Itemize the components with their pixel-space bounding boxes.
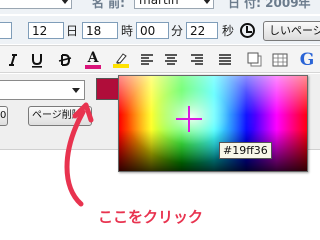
annotation-text: ここをクリック [98, 208, 204, 226]
google-letter: G [299, 50, 315, 70]
google-icon[interactable]: G [297, 50, 317, 70]
chevron-down-icon [203, 0, 211, 4]
format-combo[interactable] [0, 80, 85, 100]
annotation-arrow-icon [64, 102, 94, 207]
hex-color-label: #19ff36 [219, 142, 272, 159]
minute-field[interactable]: 00 [136, 22, 169, 39]
align-right-icon[interactable] [187, 50, 207, 70]
minute-value: 00 [140, 24, 156, 38]
left-edge-button[interactable]: 0 [0, 106, 8, 126]
second-field[interactable]: 22 [186, 22, 218, 39]
name-value: martin [139, 0, 179, 7]
strikethrough-icon[interactable] [55, 50, 75, 70]
top-left-select[interactable] [0, 0, 72, 9]
highlight-underline [113, 64, 129, 68]
date-time-row: 12 日 18 時 00 分 22 秒 しいページ [0, 16, 320, 44]
color-spectrum[interactable] [119, 76, 307, 171]
clock-icon[interactable] [240, 23, 255, 38]
day-field[interactable]: 12 [28, 22, 64, 39]
insert-icon[interactable] [245, 50, 265, 70]
name-label: 名 前: [92, 0, 125, 10]
minute-unit: 分 [171, 24, 184, 38]
text-color-letter: A [87, 49, 99, 66]
top-bar: 名 前: martin 日 付: 2009年 [0, 0, 320, 14]
second-value: 22 [190, 24, 206, 38]
day-value: 12 [32, 24, 48, 38]
chevron-down-icon [61, 0, 69, 4]
highlight-icon[interactable] [111, 50, 131, 70]
new-page-button[interactable]: しいページ [263, 21, 320, 41]
list-icon[interactable] [215, 50, 235, 70]
hour-unit: 時 [121, 24, 134, 38]
text-color-underline [85, 64, 101, 69]
underline-icon[interactable] [27, 50, 47, 70]
spectrum-white-layer [119, 76, 307, 171]
align-center-icon[interactable] [161, 50, 181, 70]
chevron-down-icon [72, 88, 80, 93]
month-field[interactable] [0, 22, 12, 39]
hour-field[interactable]: 18 [82, 22, 118, 39]
color-picker-popup[interactable]: #19ff36 [118, 75, 308, 172]
day-unit: 日 [66, 24, 79, 38]
align-left-icon[interactable] [137, 50, 157, 70]
name-select[interactable]: martin [134, 0, 214, 9]
date-label: 日 付: 2009年 [228, 0, 311, 10]
text-color-icon[interactable]: A [83, 50, 103, 70]
second-unit: 秒 [222, 24, 235, 38]
crosshair-cursor-icon [176, 106, 202, 132]
insert-table-icon[interactable] [270, 50, 290, 70]
italic-icon[interactable] [3, 50, 23, 70]
hour-value: 18 [86, 24, 102, 38]
color-swatch-button[interactable] [96, 78, 120, 100]
editor-toolbar: A G [0, 45, 320, 73]
